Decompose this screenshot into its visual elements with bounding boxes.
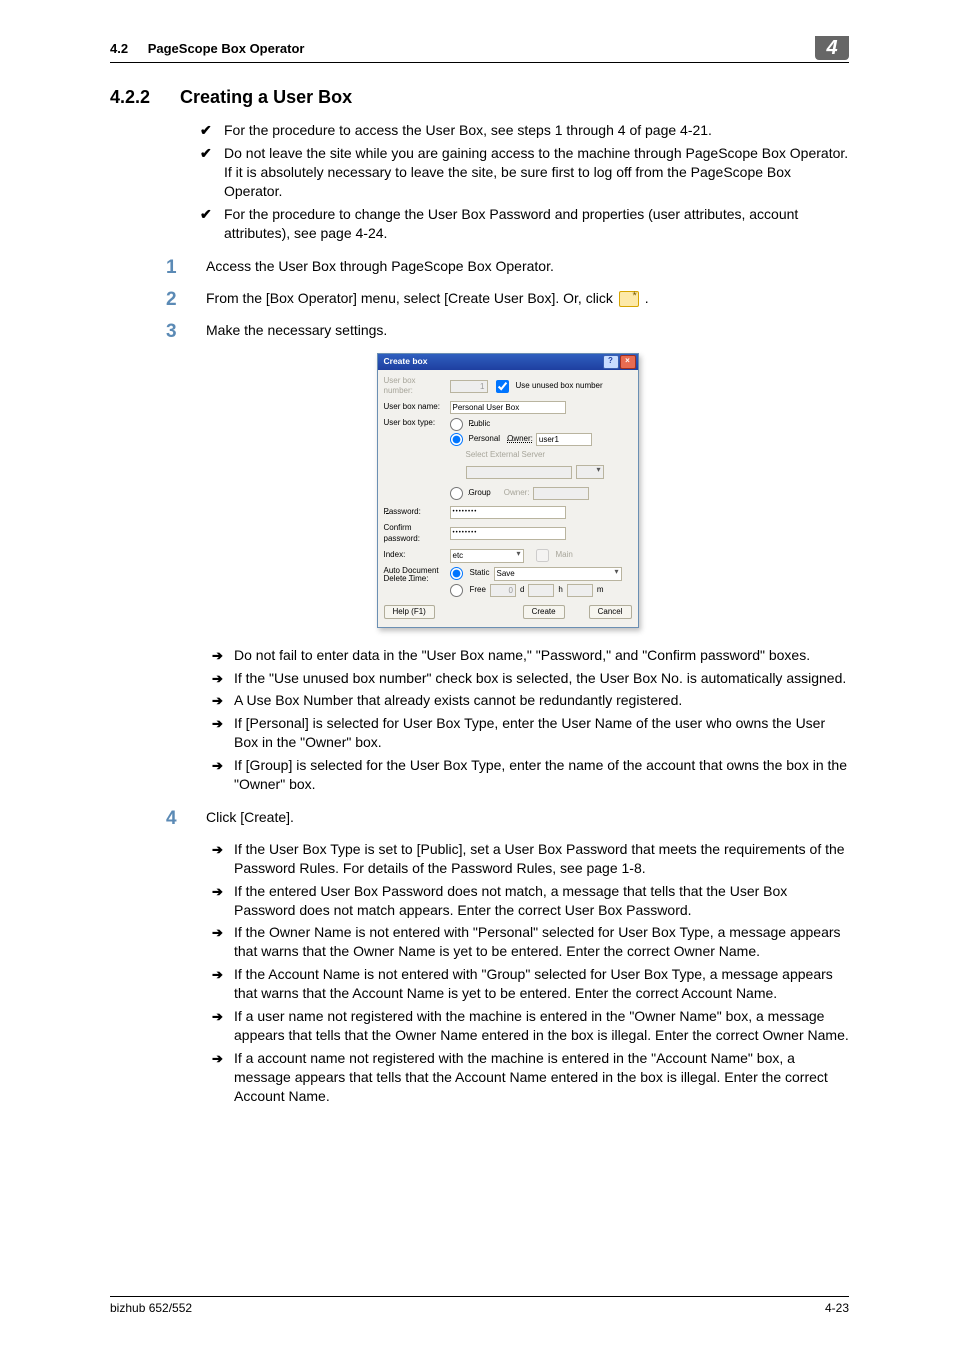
free-m-input[interactable] — [567, 584, 593, 597]
confirm-password-input[interactable]: •••••••• — [450, 527, 566, 540]
password-label: Password: — [384, 507, 446, 518]
free-d-input[interactable]: 0 — [490, 584, 516, 597]
select-external-server-label: Select External Server — [466, 450, 546, 461]
footer-right: 4-23 — [825, 1300, 849, 1316]
help-icon[interactable]: ? — [603, 355, 619, 369]
footer: bizhub 652/552 4-23 — [110, 1296, 849, 1316]
use-unused-label: Use unused box number — [516, 381, 603, 392]
step-4: 4 Click [Create]. — [166, 808, 849, 828]
group-label: Group — [469, 488, 491, 499]
static-label: Static — [470, 568, 490, 579]
dialog-titlebar: Create box ? × — [378, 354, 638, 370]
group-radio[interactable] — [450, 487, 463, 500]
section-number: 4.2.2 — [110, 85, 150, 109]
section-title: Creating a User Box — [180, 85, 352, 109]
owner-input[interactable]: user1 — [536, 433, 592, 446]
free-radio[interactable] — [450, 584, 463, 597]
close-icon[interactable]: × — [620, 355, 636, 369]
free-d-unit: d — [520, 585, 524, 596]
static-radio[interactable] — [450, 567, 463, 580]
step-text: Make the necessary settings. — [206, 321, 849, 341]
owner-label: Owner: — [507, 434, 533, 445]
step-number: 2 — [166, 290, 188, 309]
step-1: 1 Access the User Box through PageScope … — [166, 257, 849, 277]
step-3: 3 Make the necessary settings. — [166, 321, 849, 341]
step-number: 4 — [166, 809, 188, 828]
header-section-number: 4.2 — [110, 41, 128, 56]
step-number: 1 — [166, 258, 188, 277]
cancel-button[interactable]: Cancel — [589, 605, 632, 619]
step-2: 2 From the [Box Operator] menu, select [… — [166, 289, 849, 309]
note-item: Do not fail to enter data in the "User B… — [206, 646, 849, 665]
index-select[interactable]: etc — [450, 549, 524, 563]
external-server-input[interactable] — [466, 466, 572, 479]
create-button[interactable]: Create — [523, 605, 565, 619]
user-box-name-input[interactable]: Personal User Box — [450, 401, 566, 414]
index-label: Index: — [384, 550, 446, 561]
main-checkbox[interactable] — [536, 549, 549, 562]
note-item: If [Personal] is selected for User Box T… — [206, 714, 849, 752]
password-input[interactable]: •••••••• — [450, 506, 566, 519]
public-radio[interactable] — [450, 418, 463, 431]
public-label: Public — [469, 419, 491, 430]
notes-after-step4: If the User Box Type is set to [Public],… — [206, 840, 849, 1106]
owner-group-label: Owner: — [504, 488, 530, 499]
free-h-unit: h — [558, 585, 562, 596]
note-item: If the Owner Name is not entered with "P… — [206, 923, 849, 961]
personal-label: Personal — [469, 434, 501, 445]
user-box-number-input[interactable]: 1 — [450, 380, 488, 393]
free-h-input[interactable] — [528, 584, 554, 597]
user-box-number-label: User box number: — [384, 376, 446, 398]
running-header: 4.2 PageScope Box Operator 4 — [110, 40, 849, 60]
step-number: 3 — [166, 322, 188, 341]
footer-left: bizhub 652/552 — [110, 1300, 192, 1316]
free-label: Free — [470, 585, 486, 596]
external-server-dropdown[interactable] — [576, 465, 604, 479]
auto-delete-label: Auto Document Delete Time: — [384, 567, 446, 597]
intro-check-list: For the procedure to access the User Box… — [200, 121, 849, 242]
note-item: If the "Use unused box number" check box… — [206, 669, 849, 688]
step-text: Access the User Box through PageScope Bo… — [206, 257, 849, 277]
check-item: For the procedure to access the User Box… — [200, 121, 849, 140]
static-select[interactable]: Save — [494, 567, 622, 581]
create-userbox-icon — [619, 291, 639, 307]
header-section-title: PageScope Box Operator — [148, 41, 305, 56]
note-item: If a user name not registered with the m… — [206, 1007, 849, 1045]
help-button[interactable]: Help (F1) — [384, 605, 435, 619]
note-item: A Use Box Number that already exists can… — [206, 691, 849, 710]
confirm-password-label: Confirm password: — [384, 523, 446, 545]
note-item: If the entered User Box Password does no… — [206, 882, 849, 920]
section-heading: 4.2.2 Creating a User Box — [110, 85, 849, 109]
dialog-title: Create box — [384, 356, 428, 367]
create-box-dialog: Create box ? × User box number: 1 Use un… — [377, 353, 639, 628]
user-box-name-label: User box name: — [384, 402, 446, 413]
check-item: Do not leave the site while you are gain… — [200, 144, 849, 201]
main-label: Main — [556, 550, 573, 561]
step-text: From the [Box Operator] menu, select [Cr… — [206, 289, 849, 309]
check-item: For the procedure to change the User Box… — [200, 205, 849, 243]
user-box-type-label: User box type: — [384, 418, 446, 429]
owner-group-input[interactable] — [533, 487, 589, 500]
note-item: If the User Box Type is set to [Public],… — [206, 840, 849, 878]
use-unused-checkbox[interactable] — [496, 380, 509, 393]
notes-after-dialog: Do not fail to enter data in the "User B… — [206, 646, 849, 794]
note-item: If [Group] is selected for the User Box … — [206, 756, 849, 794]
note-item: If a account name not registered with th… — [206, 1049, 849, 1106]
chapter-badge: 4 — [815, 36, 849, 60]
header-rule — [110, 62, 849, 63]
free-m-unit: m — [597, 585, 604, 596]
step-text: Click [Create]. — [206, 808, 849, 828]
personal-radio[interactable] — [450, 433, 463, 446]
note-item: If the Account Name is not entered with … — [206, 965, 849, 1003]
